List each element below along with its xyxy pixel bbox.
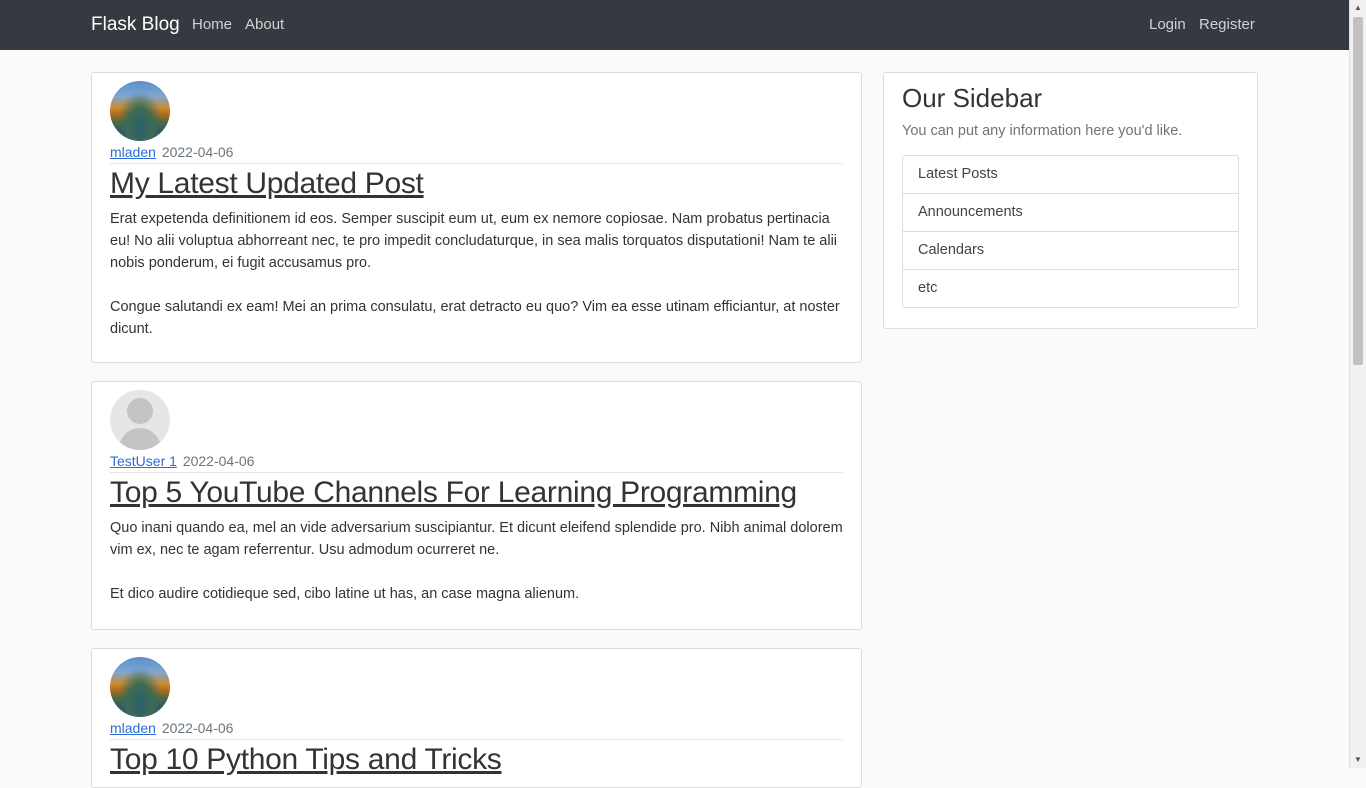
top-navbar: Flask Blog Home About Login Register (0, 0, 1349, 50)
meta-divider (110, 472, 843, 473)
author-avatar (110, 81, 170, 141)
sidebar-title: Our Sidebar (902, 83, 1043, 113)
post-date: 2022-04-06 (161, 720, 234, 736)
sidebar-item-announcements[interactable]: Announcements (903, 193, 1238, 231)
post-date: 2022-04-06 (182, 453, 255, 469)
author-avatar (110, 657, 170, 717)
sidebar-item-calendars[interactable]: Calendars (903, 231, 1238, 269)
author-link[interactable]: mladen (110, 144, 156, 160)
post-meta: mladen 2022-04-06 (110, 144, 233, 160)
nav-about-link[interactable]: About (245, 16, 284, 33)
post-card: mladen 2022-04-06 My Latest Updated Post… (91, 72, 862, 363)
post-date: 2022-04-06 (161, 144, 234, 160)
nav-login-link[interactable]: Login (1149, 16, 1186, 33)
scroll-up-arrow-icon[interactable]: ▲ (1350, 0, 1366, 16)
sidebar-item-latest-posts[interactable]: Latest Posts (903, 156, 1238, 193)
post-content: Quo inani quando ea, mel an vide adversa… (110, 520, 843, 602)
default-user-avatar (110, 390, 170, 450)
post-card: mladen 2022-04-06 Top 10 Python Tips and… (91, 648, 862, 788)
nav-register-link[interactable]: Register (1199, 16, 1255, 33)
vertical-scrollbar[interactable]: ▲ ▼ (1349, 0, 1366, 768)
sidebar-description: You can put any information here you'd l… (902, 123, 1183, 139)
avatar-body-shape (119, 428, 161, 450)
nav-home-link[interactable]: Home (192, 16, 232, 33)
post-meta: TestUser 1 2022-04-06 (110, 453, 254, 469)
post-title-link[interactable]: Top 5 YouTube Channels For Learning Prog… (110, 476, 797, 510)
post-content: Erat expetenda definitionem id eos. Semp… (110, 211, 840, 337)
meta-divider (110, 163, 843, 164)
sidebar-item-etc[interactable]: etc (903, 269, 1238, 307)
meta-divider (110, 739, 843, 740)
scroll-down-arrow-icon[interactable]: ▼ (1350, 752, 1366, 768)
author-link[interactable]: TestUser 1 (110, 453, 177, 469)
sidebar-list: Latest Posts Announcements Calendars etc (902, 155, 1239, 308)
brand-link[interactable]: Flask Blog (91, 14, 180, 36)
avatar-head-shape (127, 398, 153, 424)
post-meta: mladen 2022-04-06 (110, 720, 233, 736)
author-link[interactable]: mladen (110, 720, 156, 736)
sidebar: Our Sidebar You can put any information … (883, 72, 1258, 329)
post-title-link[interactable]: Top 10 Python Tips and Tricks (110, 743, 502, 777)
scrollbar-thumb[interactable] (1353, 17, 1363, 365)
post-card: TestUser 1 2022-04-06 Top 5 YouTube Chan… (91, 381, 862, 630)
post-title-link[interactable]: My Latest Updated Post (110, 167, 424, 201)
